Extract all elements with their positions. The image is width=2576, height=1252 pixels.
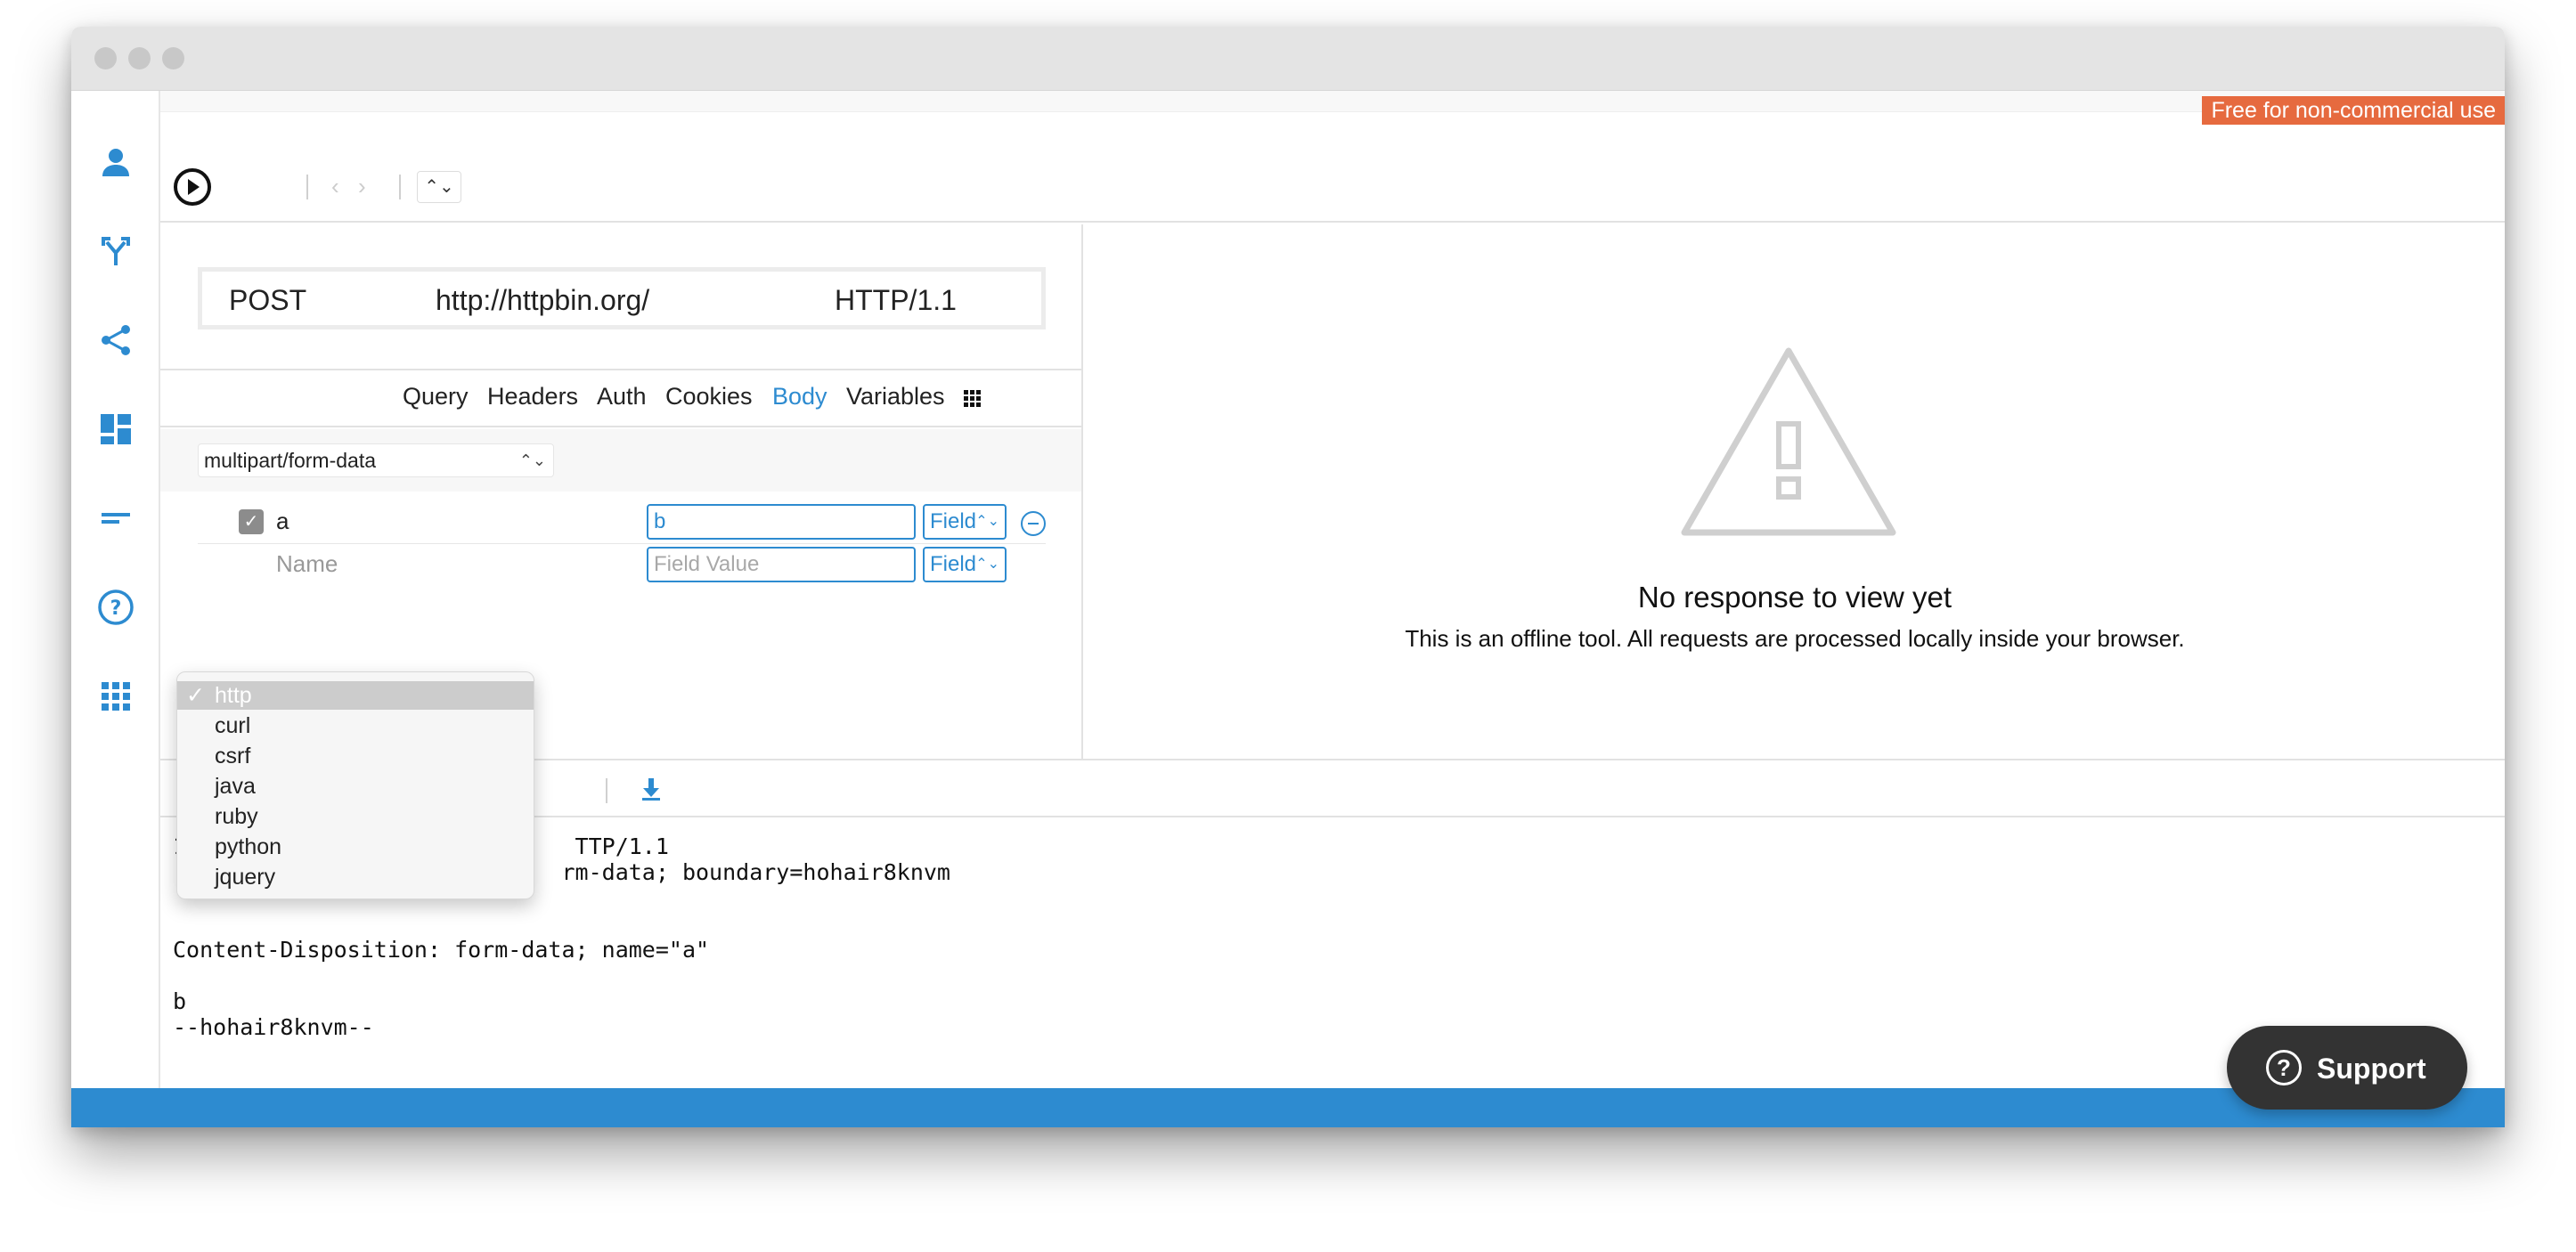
help-icon: ? [2266, 1050, 2302, 1085]
request-tabs: Query Headers Auth Cookies Body Variable… [160, 369, 1081, 427]
minimize-window-button[interactable] [128, 47, 151, 69]
select-arrows-icon: ⌃⌄ [518, 451, 546, 469]
code-format-dropdown: ✓ http curl csrf java ruby python jquery [176, 671, 534, 899]
format-option-python[interactable]: python [177, 833, 534, 861]
status-bar [71, 1088, 2505, 1127]
form-field-row: ✓ a b Field ⌃⌄ [198, 495, 1046, 540]
maximize-window-button[interactable] [162, 47, 184, 69]
more-tabs-grid-icon[interactable] [964, 390, 982, 412]
field-value-input[interactable]: b [647, 504, 916, 540]
fork-icon[interactable] [93, 228, 139, 274]
select-arrows-icon: ⌃⌄ [975, 557, 999, 572]
download-icon[interactable] [640, 776, 663, 806]
field-type-select[interactable]: Field ⌃⌄ [923, 504, 1007, 540]
apps-grid-icon[interactable] [93, 673, 139, 719]
format-option-ruby[interactable]: ruby [177, 802, 534, 831]
sidebar: ? [71, 91, 160, 1115]
warning-icon [1677, 344, 1900, 544]
new-field-row: Name Field Value Field ⌃⌄ [198, 538, 1046, 582]
new-field-type-select[interactable]: Field ⌃⌄ [923, 547, 1007, 582]
format-option-http[interactable]: ✓ http [177, 681, 534, 710]
request-line[interactable]: POST http://httpbin.org/ HTTP/1.1 [198, 267, 1046, 329]
code-line: b [173, 988, 187, 1014]
code-line: --hohair8knvm-- [173, 1014, 374, 1040]
select-arrows-icon: ⌃⌄ [975, 514, 999, 529]
help-icon[interactable]: ? [93, 584, 139, 630]
content-type-row: multipart/form-data ⌃⌄ [160, 429, 1081, 492]
code-line: Content-Disposition: form-data; name="a" [173, 937, 710, 963]
tab-auth[interactable]: Auth [597, 383, 647, 411]
tab-headers[interactable]: Headers [487, 383, 578, 411]
back-arrow-icon[interactable]: ‹ [331, 173, 339, 200]
support-label: Support [2317, 1053, 2426, 1085]
top-strip [160, 91, 2505, 112]
format-option-csrf[interactable]: csrf [177, 742, 534, 770]
new-field-value-input[interactable]: Field Value [647, 547, 916, 582]
tab-query[interactable]: Query [403, 383, 469, 411]
tab-body[interactable]: Body [772, 383, 827, 411]
field-type-value: Field [930, 509, 977, 533]
tab-cookies[interactable]: Cookies [665, 383, 753, 411]
protocol-select[interactable]: HTTP/1.1 [835, 284, 957, 317]
short-text-icon[interactable] [93, 495, 139, 541]
license-banner: Free for non-commercial use [2202, 96, 2505, 125]
field-enabled-checkbox[interactable]: ✓ [239, 509, 264, 534]
user-icon[interactable] [93, 139, 139, 185]
share-icon[interactable] [93, 317, 139, 363]
toolbar-separator [606, 778, 607, 803]
field-type-value: Field [930, 552, 977, 576]
empty-response-subtitle: This is an offline tool. All requests ar… [1405, 625, 2185, 652]
method-select[interactable]: POST [229, 284, 306, 317]
close-window-button[interactable] [94, 47, 117, 69]
forward-arrow-icon[interactable]: › [358, 173, 366, 200]
tab-variables[interactable]: Variables [846, 383, 945, 411]
toolbar-separator [399, 175, 401, 199]
new-field-name-input[interactable]: Name [276, 550, 338, 578]
format-option-curl[interactable]: curl [177, 711, 534, 740]
support-button[interactable]: ? Support [2227, 1026, 2467, 1110]
content-type-select[interactable]: multipart/form-data ⌃⌄ [198, 443, 554, 477]
format-option-jquery[interactable]: jquery [177, 863, 534, 891]
field-name[interactable]: a [276, 508, 289, 535]
dashboard-icon[interactable] [93, 406, 139, 452]
app-window: ? Free for non-commercial use ‹ › ⌃⌄ POS… [71, 27, 2505, 1127]
title-bar [71, 27, 2505, 91]
selected-check-icon: ✓ [186, 683, 205, 708]
toolbar-separator [306, 175, 308, 199]
svg-text:?: ? [110, 598, 122, 620]
response-pane: No response to view yet This is an offli… [1085, 224, 2505, 759]
url-input[interactable]: http://httpbin.org/ [436, 284, 649, 317]
content-type-value: multipart/form-data [204, 449, 377, 472]
format-option-java[interactable]: java [177, 772, 534, 801]
history-stepper[interactable]: ⌃⌄ [417, 171, 461, 203]
play-icon[interactable] [173, 167, 212, 207]
remove-field-icon[interactable] [1021, 511, 1046, 536]
empty-response-title: No response to view yet [1637, 581, 1952, 614]
request-toolbar: ‹ › ⌃⌄ [160, 151, 2505, 223]
